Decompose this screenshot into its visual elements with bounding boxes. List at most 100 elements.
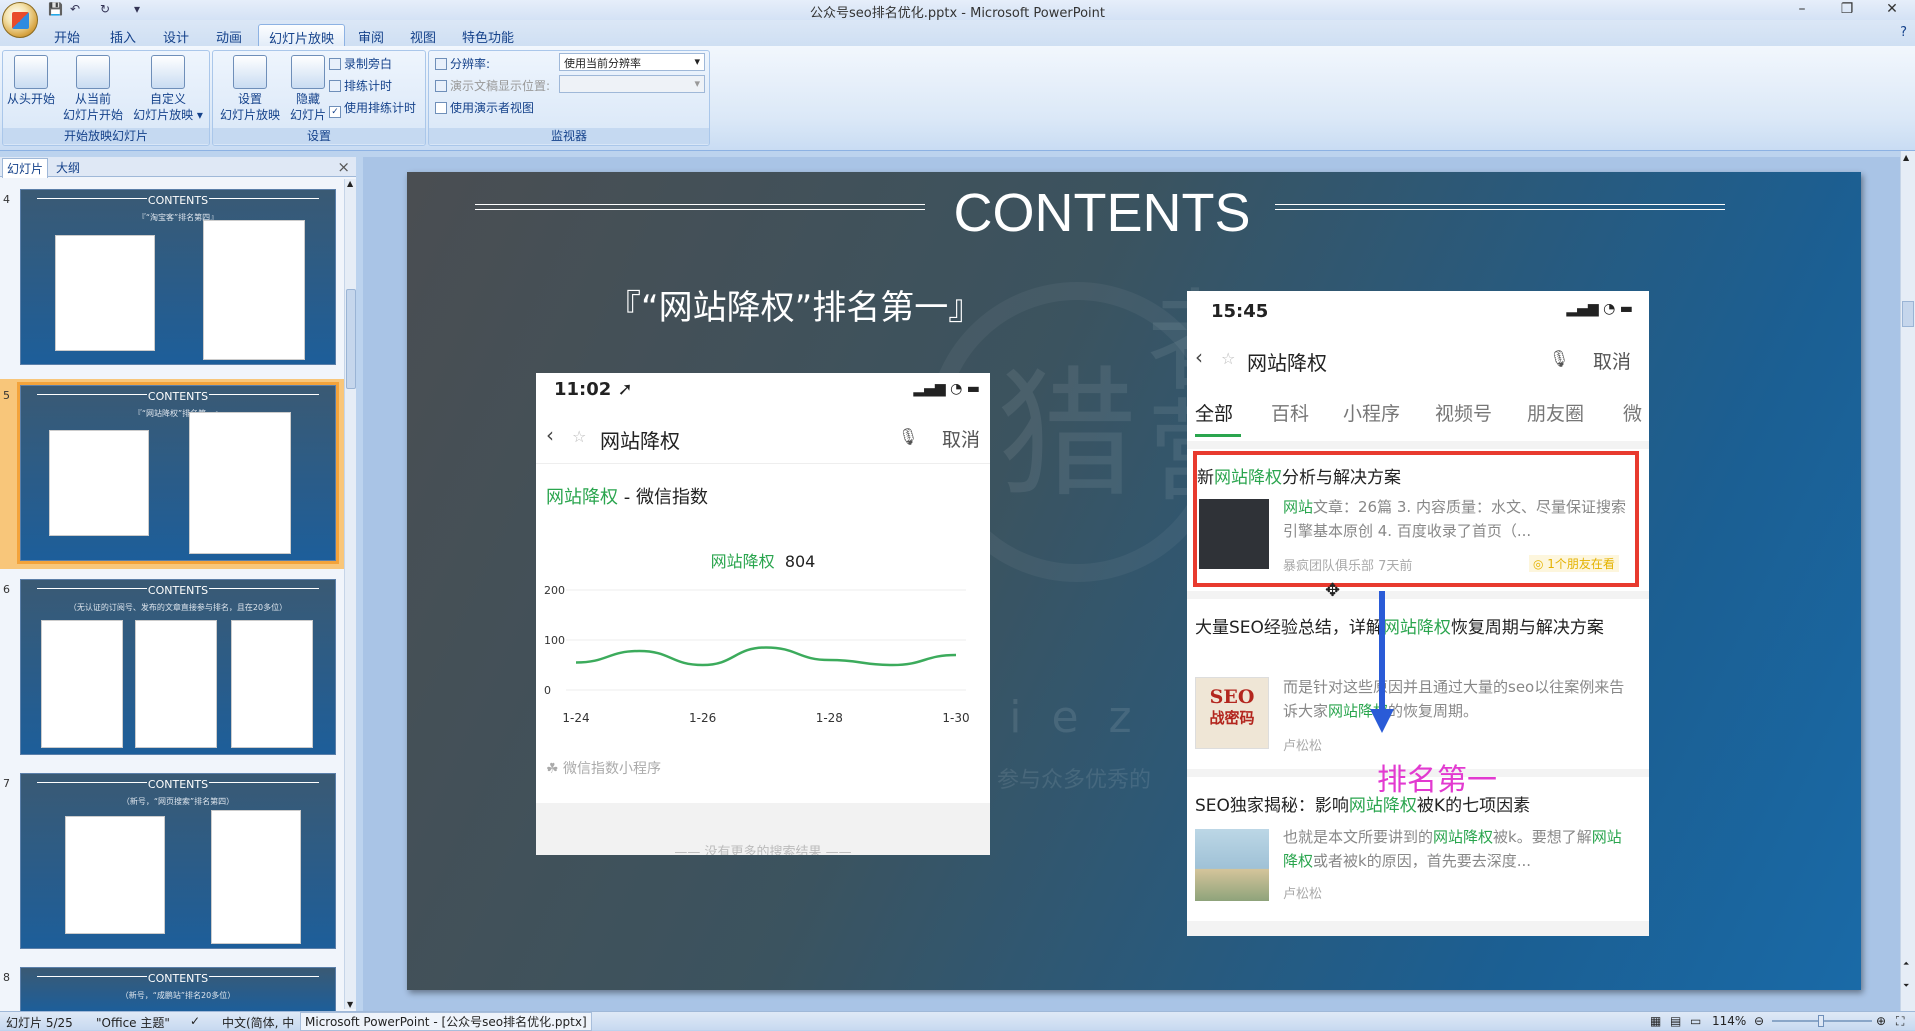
slideshow-view-icon[interactable]: ▭	[1690, 1014, 1701, 1028]
taskbar-item[interactable]: Microsoft PowerPoint - [公众号seo排名优化.pptx]	[300, 1012, 592, 1031]
from-current-button[interactable]: 从当前 幻灯片开始	[61, 55, 125, 123]
tab-home[interactable]: 开始	[44, 24, 90, 46]
tab-slideshow[interactable]: 幻灯片放映	[258, 24, 346, 47]
mic-icon: 🎙	[1549, 349, 1570, 368]
hide-slide-button[interactable]: 隐藏 幻灯片	[285, 55, 331, 123]
thumb-subtitle: （无认证的订阅号、发布的文章直接参与排名，且在20多位）	[68, 603, 288, 612]
tab-review[interactable]: 审阅	[348, 24, 394, 46]
scroll-up-icon[interactable]: ▲	[1903, 153, 1909, 162]
result-tab-more: 微	[1623, 403, 1643, 425]
cancel-link: 取消	[942, 429, 981, 451]
thumb-phone-image	[231, 620, 313, 748]
result-3-source: 卢松松	[1283, 887, 1323, 902]
scrollbar-thumb[interactable]	[1902, 301, 1914, 327]
setup-show-button[interactable]: 设置 幻灯片放映	[215, 55, 285, 123]
star-icon: ☆	[1221, 349, 1236, 368]
title-bar: 公众号seo排名优化.pptx - Microsoft PowerPoint 💾…	[0, 0, 1915, 21]
mic-icon: 🎙	[898, 427, 919, 446]
redo-icon[interactable]: ↻	[100, 2, 110, 16]
scroll-down-icon[interactable]: ▼	[347, 1000, 353, 1009]
slides-pane-scrollbar[interactable]: ▲ ▼	[344, 179, 356, 1009]
editor-scrollbar[interactable]: ▲ ⏶ ⏷	[1900, 151, 1915, 1011]
snippet-text: 也就是本文所要讲到的	[1283, 828, 1434, 846]
close-button[interactable]: ✕	[1870, 0, 1914, 20]
current-slide[interactable]: 猎 者 营 liez 参与众多优秀的 CONTENTS 『“网站降权”排名第一』…	[407, 172, 1861, 990]
thumb-number: 6	[3, 583, 10, 596]
cancel-link: 取消	[1593, 351, 1632, 373]
thumb-subtitle: （新号，“网页搜索”排名第四）	[121, 797, 235, 806]
play-from-start-icon	[14, 55, 48, 89]
slide-thumbnail-6[interactable]: CONTENTS （无认证的订阅号、发布的文章直接参与排名，且在20多位）	[20, 579, 336, 755]
slide-thumbnail-8[interactable]: CONTENTS （新号，“成鹏站”排名20多位）	[20, 967, 336, 1011]
tab-design[interactable]: 设计	[153, 24, 199, 46]
phone-screenshot-wechat-index: 11:02 ➚ ▂▄▆ ◔ ▬ ‹ ☆ 网站降权 🎙 取消 网站降权 - 微信指…	[536, 373, 990, 855]
presenter-view-checkbox[interactable]: 使用演示者视图	[435, 99, 534, 116]
show-on-dropdown[interactable]: ▾	[559, 75, 705, 93]
slide-subtitle: 『“网站降权”排名第一』	[607, 288, 983, 328]
title-keyword: 网站降权	[1382, 618, 1451, 638]
zoom-slider-handle[interactable]	[1818, 1015, 1824, 1027]
fit-to-window-icon[interactable]: ⛶	[1896, 1014, 1904, 1029]
from-current-label-2: 幻灯片开始	[62, 108, 123, 122]
normal-view-icon[interactable]: ▦	[1650, 1014, 1661, 1028]
status-icons: ▂▄▆ ◔ ▬	[913, 381, 980, 397]
help-icon[interactable]: ?	[1900, 25, 1907, 40]
thumb-title: CONTENTS	[147, 972, 209, 985]
record-narration-button[interactable]: 录制旁白	[329, 55, 392, 72]
thumb-title: CONTENTS	[147, 390, 209, 403]
zoom-in-icon[interactable]: ⊕	[1876, 1014, 1886, 1028]
no-more-results: —— 没有更多的搜索结果 ——	[674, 845, 852, 855]
thumb-phone-image	[203, 220, 305, 360]
x-tick-label: 1-26	[689, 711, 716, 725]
use-timings-checkbox[interactable]: ✓ 使用排练计时	[329, 99, 416, 118]
y-tick-label: 200	[544, 584, 565, 597]
result-2-thumbnail: SEO 战密码	[1195, 677, 1269, 749]
thumb-number: 5	[3, 389, 10, 402]
result-2-snippet: 而是针对这些原因并且通过大量的seo以往案例来告诉大家网站降权的恢复周期。	[1283, 675, 1633, 723]
title-part: 大量SEO经验总结，详解	[1195, 618, 1383, 638]
close-pane-icon[interactable]: ×	[337, 158, 350, 176]
chevron-down-icon: ▾	[694, 55, 700, 68]
thumb-title: CONTENTS	[147, 194, 209, 207]
previous-slide-icon[interactable]: ⏶	[1903, 959, 1909, 969]
spellcheck-icon[interactable]: ✓	[190, 1014, 200, 1028]
title-part: SEO独家揭秘：影响	[1195, 796, 1349, 816]
tab-animation[interactable]: 动画	[206, 24, 252, 46]
x-tick-label: 1-30	[942, 711, 969, 725]
checkbox-icon	[435, 102, 447, 114]
tab-special[interactable]: 特色功能	[452, 24, 524, 46]
ribbon-tab-row: 开始 插入 设计 动画 幻灯片放映 审阅 视图 特色功能 ?	[0, 20, 1915, 47]
save-icon[interactable]: 💾	[48, 2, 63, 16]
scrollbar-thumb[interactable]	[346, 289, 356, 389]
tab-insert[interactable]: 插入	[100, 24, 146, 46]
slide-sorter-icon[interactable]: ▤	[1670, 1014, 1681, 1028]
tab-view[interactable]: 视图	[400, 24, 446, 46]
maximize-button[interactable]: ❐	[1825, 0, 1869, 20]
slide-thumbnail-5[interactable]: CONTENTS 『“网站降权”排名第一』	[17, 382, 339, 564]
mini-program-link: ☘ 微信指数小程序	[546, 761, 662, 777]
presenter-view-label: 使用演示者视图	[450, 101, 535, 115]
snippet-text: 被k。要想了解	[1493, 828, 1592, 846]
chart-header: 网站降权 804	[536, 548, 990, 572]
tab-slides[interactable]: 幻灯片	[2, 158, 49, 178]
custom-show-button[interactable]: 自定义 幻灯片放映 ▾	[129, 55, 207, 123]
slide-thumbnail-7[interactable]: CONTENTS （新号，“网页搜索”排名第四）	[20, 773, 336, 949]
rehearse-label: 排练计时	[344, 79, 393, 93]
rehearse-timings-button[interactable]: 排练计时	[329, 77, 392, 94]
resolution-dropdown[interactable]: 使用当前分辨率 ▾	[559, 53, 705, 71]
status-icons: ▂▄▆ ◔ ▬	[1566, 301, 1633, 317]
undo-icon[interactable]: ↶	[70, 2, 80, 16]
tab-outline[interactable]: 大纲	[52, 158, 84, 177]
scroll-up-icon[interactable]: ▲	[347, 179, 353, 188]
next-slide-icon[interactable]: ⏷	[1903, 981, 1909, 991]
qat-dropdown-icon[interactable]: ▾	[134, 2, 140, 16]
office-button[interactable]	[2, 2, 38, 38]
from-start-button[interactable]: 从头开始	[5, 55, 57, 107]
thumb-number: 8	[3, 971, 10, 984]
divider	[1187, 591, 1649, 599]
slide-thumbnail-4[interactable]: CONTENTS 『“淘宝客”排名第四』	[20, 189, 336, 365]
zoom-out-icon[interactable]: ⊖	[1754, 1014, 1764, 1028]
mouse-cursor-icon: ✥	[1325, 580, 1341, 601]
minimize-button[interactable]: –	[1780, 0, 1824, 20]
thumb-title: CONTENTS	[147, 584, 209, 597]
